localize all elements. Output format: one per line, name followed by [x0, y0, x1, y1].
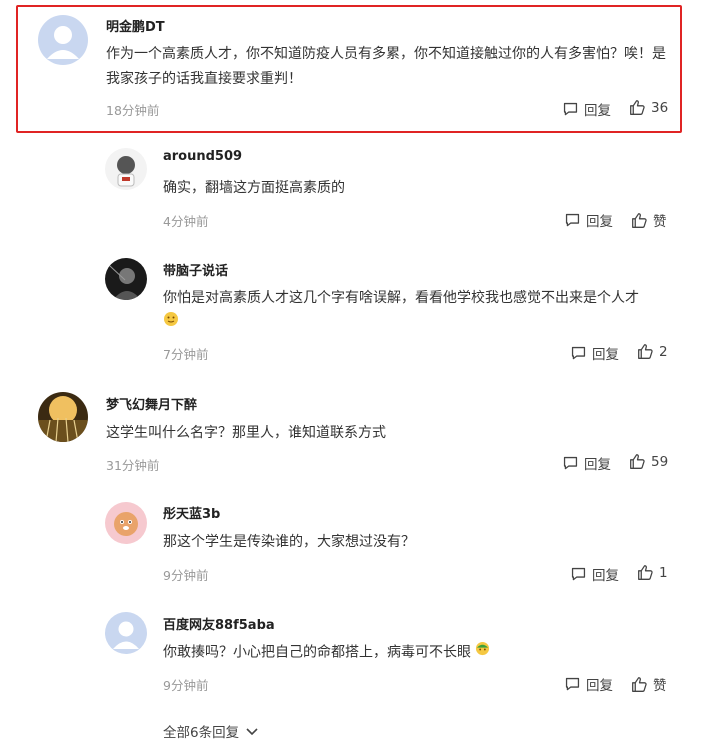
emoji-icon — [163, 311, 179, 336]
avatar[interactable] — [38, 392, 88, 442]
more-replies-button[interactable]: 全部6条回复 — [163, 721, 260, 741]
like-count: 赞 — [653, 214, 667, 230]
username[interactable]: 彤天蓝3b — [163, 503, 220, 522]
reply-button[interactable]: 回复 — [570, 343, 619, 363]
timestamp: 9分钟前 — [163, 568, 209, 583]
emoji-icon — [475, 640, 490, 665]
avatar[interactable] — [105, 258, 147, 300]
comment-text: 这学生叫什么名字？那里人，谁知道联系方式 — [106, 425, 386, 441]
chevron-down-icon — [246, 728, 258, 736]
timestamp: 9分钟前 — [163, 678, 209, 693]
reply-button[interactable]: 回复 — [570, 564, 619, 584]
like-button[interactable]: 赞 — [631, 210, 667, 230]
comment-icon — [565, 213, 580, 226]
like-button[interactable]: 1 — [637, 564, 668, 581]
thumbs-up-icon — [632, 212, 647, 228]
reply-button[interactable]: 回复 — [564, 210, 613, 230]
reply-button[interactable]: 回复 — [564, 674, 613, 694]
reply-label: 回复 — [592, 568, 619, 584]
like-button[interactable]: 36 — [629, 99, 668, 116]
timestamp: 18分钟前 — [106, 103, 160, 118]
reply-button[interactable]: 回复 — [562, 99, 611, 119]
like-count: 1 — [659, 564, 668, 581]
comment-icon — [563, 102, 578, 115]
like-button[interactable]: 2 — [637, 343, 668, 360]
comment-text: 你怕是对高素质人才这几个字有啥误解，看看他学校我也感觉不出来是个人才 — [163, 286, 683, 337]
reply-label: 回复 — [584, 103, 611, 119]
avatar[interactable] — [105, 148, 147, 190]
comment-text: 你敢揍吗？小心把自己的命都搭上，病毒可不长眼 — [163, 640, 703, 666]
like-count: 59 — [651, 453, 669, 470]
comment-text-content: 你敢揍吗？小心把自己的命都搭上，病毒可不长眼 — [163, 644, 471, 661]
comment-text-content: 你怕是对高素质人才这几个字有啥误解，看看他学校我也感觉不出来是个人才 — [163, 290, 639, 306]
comment-icon — [571, 567, 586, 580]
thumbs-up-icon — [638, 565, 653, 580]
reply-label: 回复 — [592, 347, 619, 363]
timestamp: 7分钟前 — [163, 347, 209, 362]
timestamp: 31分钟前 — [106, 458, 160, 473]
thumbs-up-icon — [630, 454, 645, 469]
username[interactable]: 梦飞幻舞月下醉 — [106, 394, 197, 413]
reply-label: 回复 — [586, 678, 613, 694]
username[interactable]: 明金鹏DT — [106, 16, 165, 35]
comment-text: 那这个学生是传染谁的，大家想过没有？ — [163, 534, 415, 550]
avatar[interactable] — [105, 502, 147, 544]
username[interactable]: around509 — [163, 149, 242, 164]
reply-button[interactable]: 回复 — [562, 453, 611, 473]
username[interactable]: 带脑子说话 — [163, 260, 228, 279]
like-count: 赞 — [653, 678, 667, 694]
reply-label: 回复 — [584, 457, 611, 473]
more-replies-label: 全部6条回复 — [163, 725, 240, 741]
comment-icon — [565, 677, 580, 690]
comment-text: 作为一个高素质人才，你不知道防疫人员有多累，你不知道接触过你的人有多害怕？唉！是… — [106, 46, 666, 87]
reply-label: 回复 — [586, 214, 613, 230]
thumbs-up-icon — [630, 100, 645, 115]
like-count: 36 — [651, 99, 669, 116]
timestamp: 4分钟前 — [163, 214, 209, 229]
thumbs-up-icon — [632, 676, 647, 692]
like-button[interactable]: 59 — [629, 453, 668, 470]
comment-icon — [563, 456, 578, 469]
username[interactable]: 百度网友88f5aba — [163, 614, 275, 633]
like-button[interactable]: 赞 — [631, 674, 667, 694]
avatar[interactable] — [38, 15, 88, 65]
avatar[interactable] — [105, 612, 147, 654]
like-count: 2 — [659, 343, 668, 360]
comment-icon — [571, 346, 586, 359]
thumbs-up-icon — [638, 344, 653, 359]
comment-text: 确实，翻墙这方面挺高素质的 — [163, 180, 345, 196]
